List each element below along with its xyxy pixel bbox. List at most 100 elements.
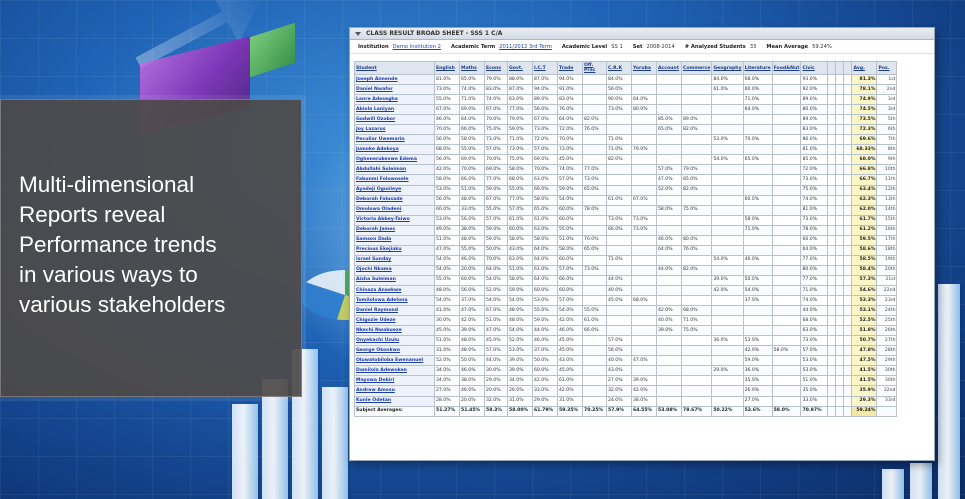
subject-averages-row: Subject Averages: 51.27% 51.45% 58.3% 58.00%… bbox=[354, 405, 898, 417]
score-cell bbox=[771, 355, 802, 367]
position-cell: 11th bbox=[876, 174, 898, 186]
score-cell: 59.35% bbox=[557, 405, 583, 417]
student-name-link[interactable]: Samson Dada bbox=[354, 234, 435, 246]
student-name-link[interactable]: Lanre Adesegha bbox=[354, 94, 435, 106]
position-cell: 2nd bbox=[876, 84, 898, 96]
score-cell bbox=[771, 194, 802, 206]
score-cell: 50.22% bbox=[711, 405, 744, 417]
student-name-link[interactable]: Deborah Falusade bbox=[354, 194, 435, 206]
report-title: CLASS RESULT BROAD SHEET - SSS 1 C/A bbox=[366, 30, 503, 37]
student-name-link[interactable]: Ayodeji Ogunleye bbox=[354, 184, 435, 196]
student-name-link[interactable]: Joy Lazarus bbox=[354, 124, 435, 136]
column-header[interactable]: I.C.T bbox=[532, 61, 558, 75]
student-name-link[interactable]: Daniel Raymond bbox=[354, 305, 435, 317]
column-header[interactable]: Literature bbox=[742, 61, 773, 75]
score-cell: 60.0% bbox=[507, 224, 533, 236]
score-cell: 44.0% bbox=[656, 264, 682, 276]
student-name-link[interactable]: Chigozie Udeze bbox=[354, 315, 435, 327]
column-header[interactable]: Off. Prac bbox=[582, 61, 607, 75]
student-name-link[interactable]: Oluwatobiloba Ewenanuel bbox=[354, 355, 435, 367]
score-cell: 71.0% bbox=[742, 224, 773, 236]
student-name-link[interactable]: Peculiar Uwemarin bbox=[354, 134, 435, 146]
column-header[interactable]: Account bbox=[656, 61, 682, 75]
score-cell: 42.0% bbox=[711, 284, 744, 297]
score-cell: 60.0% bbox=[434, 204, 460, 216]
student-name-link[interactable]: Jumoke Adekoya bbox=[354, 144, 435, 156]
column-header[interactable]: English bbox=[434, 61, 460, 75]
student-name-link[interactable]: Aisha Suleiman bbox=[354, 274, 435, 286]
score-cell bbox=[771, 254, 802, 266]
position-cell: 20th bbox=[876, 264, 898, 276]
score-cell: 39.0% bbox=[507, 355, 533, 367]
score-cell bbox=[631, 184, 657, 196]
score-cell: 74.0% bbox=[459, 84, 485, 96]
score-cell bbox=[711, 184, 744, 196]
score-cell bbox=[827, 124, 837, 136]
column-header[interactable]: Student bbox=[354, 61, 435, 75]
student-name-link[interactable]: George Okonkwo bbox=[354, 345, 435, 357]
student-name-link[interactable]: Nkechi Nwabueze bbox=[354, 325, 435, 337]
column-header[interactable]: Maths bbox=[459, 61, 485, 75]
student-name-link[interactable]: Israel Sunday bbox=[354, 254, 435, 266]
student-name-link[interactable]: Oghenerukevwe Edema bbox=[354, 154, 435, 166]
score-cell: 59.0% bbox=[742, 355, 773, 367]
report-window: CLASS RESULT BROAD SHEET - SSS 1 C/A Ins… bbox=[349, 27, 935, 461]
score-cell: 72.0% bbox=[557, 124, 583, 136]
score-cell: 47.0% bbox=[484, 325, 508, 337]
score-cell: 55.0% bbox=[582, 305, 607, 317]
score-cell bbox=[680, 385, 713, 397]
column-header[interactable]: C.R.K bbox=[606, 61, 632, 75]
student-name-link[interactable]: Fabunmi Folowosele bbox=[354, 174, 435, 186]
score-cell: 65.0% bbox=[459, 73, 485, 86]
score-cell: 61.0% bbox=[582, 315, 607, 327]
column-header[interactable]: Yoruba bbox=[631, 61, 657, 75]
column-header[interactable]: Civic bbox=[800, 61, 829, 75]
column-header[interactable]: Commerce bbox=[680, 61, 713, 75]
score-cell bbox=[656, 395, 682, 407]
column-header[interactable]: Pos. bbox=[876, 61, 898, 75]
column-header[interactable]: Trade bbox=[557, 61, 583, 75]
student-name-link[interactable]: Joseph Aimende bbox=[354, 73, 435, 86]
score-cell bbox=[742, 144, 773, 156]
score-cell: 70.0% bbox=[557, 134, 583, 146]
table-row: Lanre Adesegha 55.0% 71.0% 74.0% 63.0% 89.0% 8… bbox=[354, 94, 898, 106]
table-row: Ojochi Nkama 54.0% 20.0% 64.0% 51.0% 61.0% 57.… bbox=[354, 264, 898, 276]
student-name-link[interactable]: Daniel Nwafor bbox=[354, 84, 435, 96]
score-cell bbox=[631, 315, 657, 327]
student-name-link[interactable]: Damilola Adewoken bbox=[354, 365, 435, 377]
student-name-link[interactable]: Chinaza Anaekwe bbox=[354, 284, 435, 297]
student-name-link[interactable]: Tomilolowa Adelona bbox=[354, 295, 435, 307]
column-header[interactable]: Avg. bbox=[851, 61, 878, 75]
student-name-link[interactable]: Abiola Laniyan bbox=[354, 104, 435, 116]
score-cell: 40.0% bbox=[606, 284, 632, 297]
score-cell: 42.0% bbox=[434, 164, 460, 176]
student-name-link[interactable]: Omolowa Oladeni bbox=[354, 204, 435, 216]
average-cell: 53.1% bbox=[851, 305, 878, 317]
column-header[interactable]: Geography bbox=[711, 61, 744, 75]
column-header[interactable]: Govt. bbox=[507, 61, 533, 75]
student-name-link[interactable]: Kunle Odetan bbox=[354, 395, 435, 407]
decorative-bar bbox=[262, 379, 288, 499]
student-name-link[interactable]: Abdullahi Suleiman bbox=[354, 164, 435, 176]
score-cell: 72.0% bbox=[800, 164, 829, 176]
collapse-arrow-icon[interactable] bbox=[355, 32, 361, 36]
score-cell: 70.0% bbox=[484, 114, 508, 126]
student-name-link[interactable]: Victoria Abbey-Taiwo bbox=[354, 214, 435, 226]
column-header[interactable]: Food&Nut bbox=[771, 61, 802, 75]
student-name-link[interactable]: Precious Ekejiaku bbox=[354, 244, 435, 256]
filter-value[interactable]: Demo Institution 2 bbox=[393, 44, 441, 50]
score-cell bbox=[843, 154, 853, 166]
student-name-link[interactable]: Mayowa Debiri bbox=[354, 375, 435, 387]
student-name-link[interactable]: Godwill Ozobor bbox=[354, 114, 435, 126]
student-name-link[interactable]: Onyekachi Uzulu bbox=[354, 335, 435, 347]
score-cell bbox=[827, 295, 837, 307]
table-row: Fabunmi Folowosele 58.0% 66.0% 77.0% 68.0% 63… bbox=[354, 174, 898, 186]
score-cell: 51.0% bbox=[484, 315, 508, 327]
student-name-link[interactable]: Andrew Amosu bbox=[354, 385, 435, 397]
position-cell: 13th bbox=[876, 194, 898, 206]
column-header[interactable]: Econs bbox=[484, 61, 508, 75]
student-name-link[interactable]: Ojochi Nkama bbox=[354, 264, 435, 276]
filter-value[interactable]: 2011/2012 3rd Term bbox=[499, 44, 552, 50]
student-name-link[interactable]: Deborah James bbox=[354, 224, 435, 236]
score-cell bbox=[771, 144, 802, 156]
